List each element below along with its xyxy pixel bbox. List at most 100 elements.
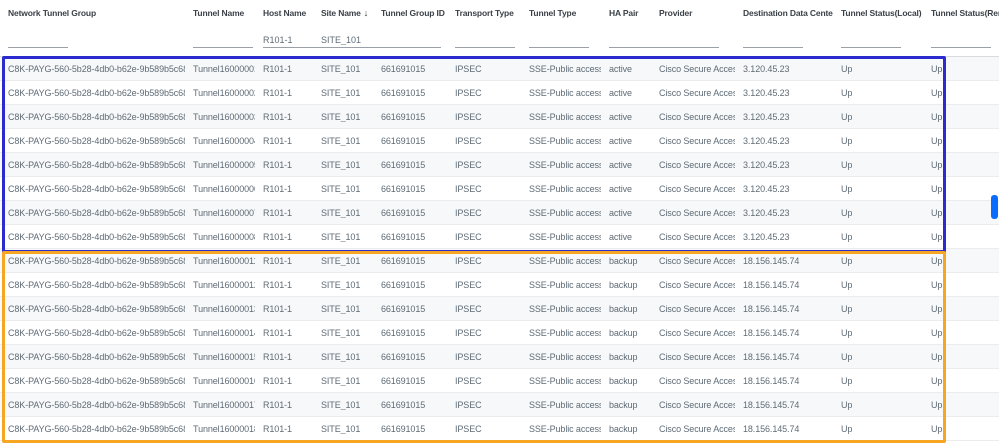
column-header-tunnel-status-local[interactable]: Tunnel Status(Local) xyxy=(833,8,923,18)
cell-tunnel-name: Tunnel16000018 xyxy=(193,423,255,434)
filter-input-network-tunnel-group[interactable] xyxy=(8,32,68,48)
cell-site-name: SITE_101 xyxy=(321,159,361,170)
cell-host-name: R101-1 xyxy=(263,303,292,314)
cell-tunnel-name: Tunnel16000006 xyxy=(193,183,255,194)
table-row[interactable]: C8K-PAYG-560-5b28-4db0-b62e-9b589b5c687d… xyxy=(0,81,999,105)
column-header-site-name[interactable]: Site Name ↓ xyxy=(313,8,373,18)
cell-tunnel-status-local: Up xyxy=(841,255,853,266)
column-header-destination-data-center[interactable]: Destination Data Center xyxy=(735,8,833,18)
table-row[interactable]: C8K-PAYG-560-5b28-4db0-b62e-9b589b5c687d… xyxy=(0,417,999,441)
cell-transport-type: IPSEC xyxy=(455,111,482,122)
filter-input-provider[interactable] xyxy=(659,32,719,48)
column-header-network-tunnel-group[interactable]: Network Tunnel Group xyxy=(0,8,185,18)
header-row: Network Tunnel Group Tunnel Name Host Name… xyxy=(0,0,999,22)
cell-site-name: SITE_101 xyxy=(321,87,361,98)
table-row[interactable]: C8K-PAYG-560-5b28-4db0-b62e-9b589b5c687d… xyxy=(0,393,999,417)
cell-tunnel-group-id: 661691015 xyxy=(381,183,426,194)
cell-host-name: R101-1 xyxy=(263,183,292,194)
table-row[interactable]: C8K-PAYG-560-5b28-4db0-b62e-9b589b5c687d… xyxy=(0,57,999,81)
cell-tunnel-type: SSE-Public access xyxy=(529,351,601,362)
cell-tunnel-group-id: 661691015 xyxy=(381,135,426,146)
cell-tunnel-status-remote: Up xyxy=(931,135,943,146)
table-row[interactable]: C8K-PAYG-560-5b28-4db0-b62e-9b589b5c687d… xyxy=(0,105,999,129)
cell-ha-pair: active xyxy=(609,111,632,122)
table-row[interactable]: C8K-PAYG-560-5b28-4db0-b62e-9b589b5c687d… xyxy=(0,345,999,369)
table-row[interactable]: C8K-PAYG-560-5b28-4db0-b62e-9b589b5c687d… xyxy=(0,177,999,201)
cell-tunnel-status-local: Up xyxy=(841,111,853,122)
cell-tunnel-type: SSE-Public access xyxy=(529,303,601,314)
table-row[interactable]: C8K-PAYG-560-5b28-4db0-b62e-9b589b5c687d… xyxy=(0,273,999,297)
column-header-ha-pair[interactable]: HA Pair xyxy=(601,8,651,18)
filter-cell-tunnel-group-id xyxy=(373,30,447,48)
table-row[interactable]: C8K-PAYG-560-5b28-4db0-b62e-9b589b5c687d… xyxy=(0,369,999,393)
cell-provider: Cisco Secure Access xyxy=(659,279,735,290)
cell-tunnel-status-local: Up xyxy=(841,87,853,98)
cell-tunnel-status-remote: Up xyxy=(931,111,943,122)
filter-input-tunnel-name[interactable] xyxy=(193,32,253,48)
table-row[interactable]: C8K-PAYG-560-5b28-4db0-b62e-9b589b5c687d… xyxy=(0,201,999,225)
sort-desc-icon[interactable]: ↓ xyxy=(364,8,369,18)
cell-site-name: SITE_101 xyxy=(321,399,361,410)
cell-tunnel-name: Tunnel16000011 xyxy=(193,255,255,266)
table-body: C8K-PAYG-560-5b28-4db0-b62e-9b589b5c687d… xyxy=(0,57,999,441)
cell-tunnel-group-id: 661691015 xyxy=(381,303,426,314)
cell-tunnel-type: SSE-Public access xyxy=(529,135,601,146)
cell-tunnel-name: Tunnel16000016 xyxy=(193,375,255,386)
cell-network-tunnel-group: C8K-PAYG-560-5b28-4db0-b62e-9b589b5c687d xyxy=(8,183,185,194)
cell-site-name: SITE_101 xyxy=(321,255,361,266)
cell-site-name: SITE_101 xyxy=(321,183,361,194)
cell-tunnel-status-local: Up xyxy=(841,207,853,218)
cell-ha-pair: active xyxy=(609,87,632,98)
table-row[interactable]: C8K-PAYG-560-5b28-4db0-b62e-9b589b5c687d… xyxy=(0,249,999,273)
table-row[interactable]: C8K-PAYG-560-5b28-4db0-b62e-9b589b5c687d… xyxy=(0,297,999,321)
column-header-transport-type[interactable]: Transport Type xyxy=(447,8,521,18)
cell-tunnel-type: SSE-Public access xyxy=(529,399,601,410)
cell-host-name: R101-1 xyxy=(263,159,292,170)
cell-destination-data-center: 3.120.45.23 xyxy=(743,135,790,146)
cell-provider: Cisco Secure Access xyxy=(659,87,735,98)
table-header: Network Tunnel Group Tunnel Name Host Name… xyxy=(0,0,999,57)
cell-host-name: R101-1 xyxy=(263,111,292,122)
filter-input-site-name[interactable] xyxy=(321,32,381,48)
cell-tunnel-name: Tunnel16000014 xyxy=(193,327,255,338)
filter-input-transport-type[interactable] xyxy=(455,32,515,48)
cell-network-tunnel-group: C8K-PAYG-560-5b28-4db0-b62e-9b589b5c687d xyxy=(8,135,185,146)
cell-tunnel-type: SSE-Public access xyxy=(529,87,601,98)
cell-network-tunnel-group: C8K-PAYG-560-5b28-4db0-b62e-9b589b5c687d xyxy=(8,351,185,362)
table-row[interactable]: C8K-PAYG-560-5b28-4db0-b62e-9b589b5c687d… xyxy=(0,153,999,177)
cell-transport-type: IPSEC xyxy=(455,255,482,266)
cell-ha-pair: active xyxy=(609,159,632,170)
cell-provider: Cisco Secure Access xyxy=(659,327,735,338)
cell-transport-type: IPSEC xyxy=(455,231,482,242)
filter-input-tunnel-status-remote[interactable] xyxy=(931,32,991,48)
filter-cell-site-name xyxy=(313,30,381,48)
cell-destination-data-center: 3.120.45.23 xyxy=(743,207,790,218)
cell-provider: Cisco Secure Access xyxy=(659,63,735,74)
cell-tunnel-type: SSE-Public access xyxy=(529,111,601,122)
column-header-provider[interactable]: Provider xyxy=(651,8,735,18)
table-row[interactable]: C8K-PAYG-560-5b28-4db0-b62e-9b589b5c687d… xyxy=(0,129,999,153)
cell-provider: Cisco Secure Access xyxy=(659,231,735,242)
cell-ha-pair: backup xyxy=(609,279,638,290)
column-header-tunnel-type[interactable]: Tunnel Type xyxy=(521,8,601,18)
cell-network-tunnel-group: C8K-PAYG-560-5b28-4db0-b62e-9b589b5c687d xyxy=(8,327,185,338)
filter-input-tunnel-status-local[interactable] xyxy=(841,32,901,48)
filter-input-destination-data-center[interactable] xyxy=(743,32,803,48)
vertical-scrollbar-thumb[interactable] xyxy=(991,195,998,219)
column-header-tunnel-name[interactable]: Tunnel Name xyxy=(185,8,255,18)
cell-destination-data-center: 3.120.45.23 xyxy=(743,231,790,242)
cell-tunnel-name: Tunnel16000003 xyxy=(193,111,255,122)
cell-tunnel-name: Tunnel16000004 xyxy=(193,135,255,146)
cell-tunnel-status-local: Up xyxy=(841,183,853,194)
column-header-tunnel-group-id[interactable]: Tunnel Group ID xyxy=(373,8,447,18)
table-row[interactable]: C8K-PAYG-560-5b28-4db0-b62e-9b589b5c687d… xyxy=(0,225,999,249)
column-header-host-name[interactable]: Host Name xyxy=(255,8,313,18)
cell-tunnel-group-id: 661691015 xyxy=(381,87,426,98)
cell-transport-type: IPSEC xyxy=(455,303,482,314)
cell-tunnel-status-remote: Up xyxy=(931,207,943,218)
cell-host-name: R101-1 xyxy=(263,255,292,266)
column-header-tunnel-status-remote[interactable]: Tunnel Status(Remote) xyxy=(923,8,999,18)
filter-input-tunnel-group-id[interactable] xyxy=(381,32,441,48)
filter-input-tunnel-type[interactable] xyxy=(529,32,589,48)
table-row[interactable]: C8K-PAYG-560-5b28-4db0-b62e-9b589b5c687d… xyxy=(0,321,999,345)
